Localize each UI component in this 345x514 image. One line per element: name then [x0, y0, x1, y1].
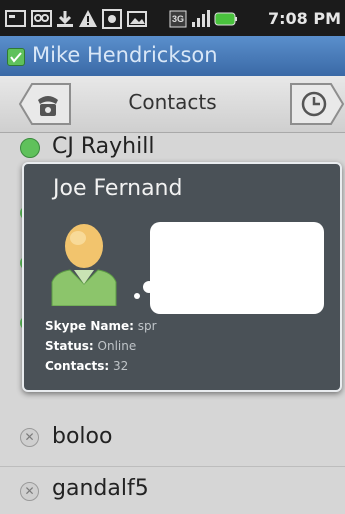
- signal-icon: [192, 10, 210, 27]
- account-bar[interactable]: Mike Hendrickson: [0, 36, 345, 76]
- contacts-count-value: 32: [113, 359, 129, 373]
- recent-button[interactable]: [289, 82, 345, 126]
- clock-time: 7:08 PM: [267, 9, 341, 28]
- image-icon: [127, 11, 147, 27]
- contact-row[interactable]: ✕ gandalf5: [0, 466, 345, 514]
- skype-name-label: Skype Name:: [45, 319, 134, 333]
- status-value: Online: [97, 339, 137, 353]
- skype-name-row: Skype Name: spr: [45, 319, 157, 333]
- offline-status-icon: ✕: [20, 428, 39, 447]
- contact-name: gandalf5: [52, 476, 149, 501]
- status-row: Status: Online: [45, 339, 136, 353]
- contact-row[interactable]: CJ Rayhill: [0, 132, 345, 164]
- download-icon: [57, 11, 73, 27]
- notification-icon: [5, 10, 26, 27]
- avatar: [51, 224, 117, 306]
- contacts-header: Contacts: [0, 76, 345, 133]
- bubble-tail: [143, 281, 155, 293]
- skype-name-value: spr: [137, 319, 157, 333]
- battery-icon: [214, 12, 237, 26]
- svg-text:3G: 3G: [172, 14, 184, 24]
- popup-contact-name: Joe Fernand: [53, 176, 183, 201]
- contact-row[interactable]: ✕ boloo: [0, 410, 345, 467]
- 3g-data-icon: 3G: [169, 10, 187, 28]
- contact-popup[interactable]: Joe Fernand Skype Name: spr Status: Onli…: [22, 162, 342, 392]
- contact-name: CJ Rayhill: [52, 134, 155, 159]
- status-bar: 3G 7:08 PM: [0, 0, 345, 36]
- bubble-dot: [134, 293, 140, 299]
- online-status-icon: [20, 138, 40, 158]
- online-status-icon: [7, 48, 25, 66]
- warning-icon: [79, 10, 97, 27]
- offline-status-icon: ✕: [20, 482, 39, 501]
- contacts-count-row: Contacts: 32: [45, 359, 128, 373]
- settings-icon: [102, 9, 122, 29]
- mood-message-bubble: [150, 222, 324, 314]
- status-label: Status:: [45, 339, 94, 353]
- voicemail-icon: [31, 10, 52, 27]
- contacts-count-label: Contacts:: [45, 359, 110, 373]
- contact-name: boloo: [52, 424, 113, 449]
- account-name: Mike Hendrickson: [32, 43, 218, 67]
